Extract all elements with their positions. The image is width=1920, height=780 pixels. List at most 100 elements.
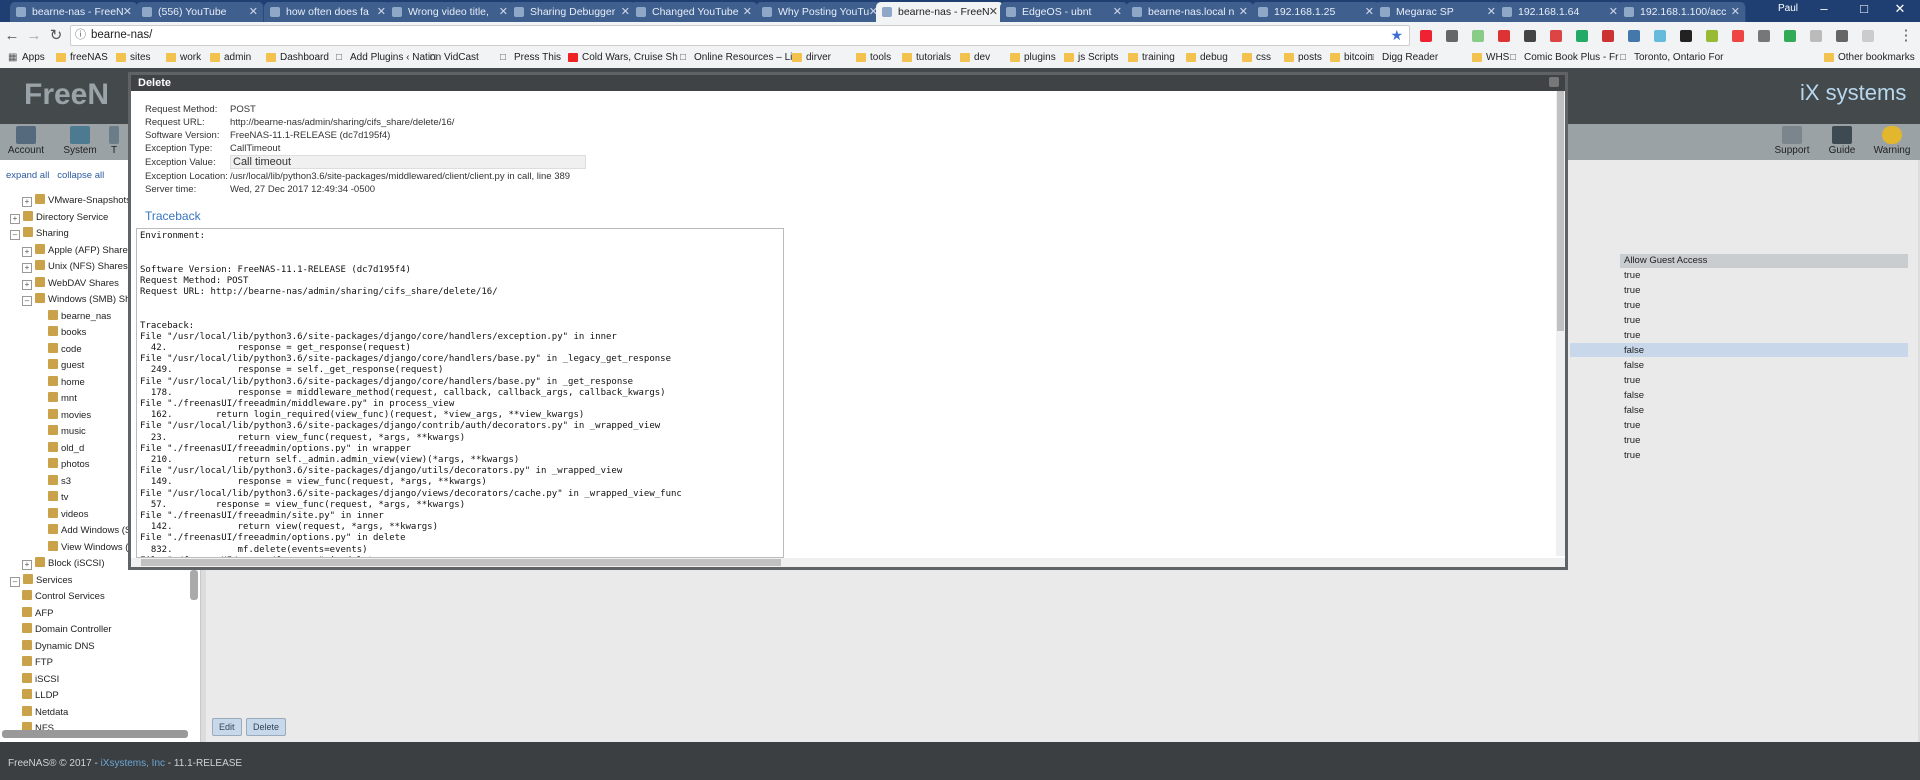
extension-icon[interactable] <box>1498 30 1510 42</box>
tree-item[interactable]: guest <box>48 359 84 371</box>
tree-item[interactable]: books <box>48 326 86 338</box>
toolbar-account-button[interactable]: Account <box>2 124 50 160</box>
traceback-textarea[interactable]: Environment: Software Version: FreeNAS-1… <box>136 228 784 558</box>
toolbar-guide-button[interactable]: Guide <box>1818 124 1866 160</box>
minimize-icon[interactable]: – <box>1804 1 1844 16</box>
grid-cell-guest-access[interactable]: false <box>1624 360 1644 371</box>
tree-item[interactable]: bearne_nas <box>48 309 111 322</box>
info-icon[interactable]: ⓘ <box>75 26 86 45</box>
tree-expander-icon[interactable]: + <box>10 213 20 224</box>
bookmark-item[interactable]: □ Digg Reader <box>1368 52 1438 63</box>
extension-icon[interactable] <box>1524 30 1536 42</box>
tab-close-icon[interactable]: ✕ <box>743 2 752 22</box>
tree-item[interactable]: Add Windows (S <box>48 524 131 536</box>
tree-item[interactable]: Control Services <box>22 590 105 602</box>
tree-item[interactable]: Dynamic DNS <box>22 639 95 652</box>
bookmark-item[interactable]: tutorials <box>902 52 951 63</box>
extension-icon[interactable] <box>1836 30 1848 42</box>
tree-item[interactable]: tv <box>48 491 68 503</box>
extension-icon[interactable] <box>1420 30 1432 42</box>
extension-icon[interactable] <box>1550 30 1562 42</box>
browser-tab[interactable]: bearne-nas - FreeN ✕ <box>10 2 138 22</box>
browser-tab[interactable]: EdgeOS - ubnt ✕ <box>1000 2 1128 22</box>
tree-item[interactable]: – Windows (SMB) Sh <box>22 293 130 306</box>
bookmark-item[interactable]: plugins <box>1010 52 1056 63</box>
bookmark-item[interactable]: □ Add Plugins ‹ Nation <box>336 52 441 63</box>
ixsystems-link[interactable]: iXsystems, Inc <box>101 758 165 769</box>
tree-expander-icon[interactable]: + <box>22 246 32 257</box>
grid-cell-guest-access[interactable]: true <box>1624 330 1640 341</box>
bookmark-item[interactable]: js Scripts <box>1064 52 1119 63</box>
bookmark-item[interactable]: admin <box>210 52 251 63</box>
grid-cell-guest-access[interactable]: true <box>1624 285 1640 296</box>
browser-tab[interactable]: Megarac SP ✕ <box>1374 2 1502 22</box>
edit-button[interactable]: Edit <box>212 718 242 736</box>
grid-cell-guest-access[interactable]: false <box>1624 390 1644 401</box>
grid-cell-guest-access[interactable]: false <box>1624 345 1644 356</box>
bookmark-item[interactable]: work <box>166 52 201 63</box>
extension-icon[interactable] <box>1732 30 1744 42</box>
tab-close-icon[interactable]: ✕ <box>1113 2 1122 22</box>
tab-close-icon[interactable]: ✕ <box>499 2 508 22</box>
tree-item[interactable]: FTP <box>22 656 53 668</box>
tree-item[interactable]: – Services <box>10 573 72 587</box>
bookmark-item[interactable]: ▦ Apps <box>8 52 45 63</box>
maximize-icon[interactable]: □ <box>1844 1 1884 16</box>
bookmark-item[interactable]: □ VidCast <box>430 52 479 63</box>
grid-cell-guest-access[interactable]: true <box>1624 300 1640 311</box>
dialog-horizontal-scrollbar[interactable] <box>131 558 1565 567</box>
tree-item[interactable]: music <box>48 425 86 437</box>
extension-icon[interactable] <box>1758 30 1770 42</box>
tree-item[interactable]: iSCSI <box>22 672 59 685</box>
bookmark-star-icon[interactable]: ★ <box>1390 26 1403 45</box>
tree-item[interactable]: – Sharing <box>10 227 69 240</box>
grid-cell-guest-access[interactable]: true <box>1624 420 1640 431</box>
tree-vertical-scrollbar[interactable] <box>190 570 198 600</box>
tab-close-icon[interactable]: ✕ <box>123 2 132 22</box>
tab-close-icon[interactable]: ✕ <box>1239 2 1248 22</box>
tab-close-icon[interactable]: ✕ <box>1731 2 1740 22</box>
traceback-heading[interactable]: Traceback <box>145 209 201 223</box>
browser-tab[interactable]: Sharing Debugger ✕ <box>508 2 636 22</box>
browser-tab[interactable]: Changed YouTube ✕ <box>630 2 758 22</box>
bookmark-item[interactable]: WHS <box>1472 52 1509 63</box>
browser-tab[interactable]: Why Posting YouTu ✕ <box>756 2 884 22</box>
extension-icon[interactable] <box>1784 30 1796 42</box>
bookmark-item[interactable]: sites <box>116 52 151 63</box>
bookmark-item[interactable]: debug <box>1186 52 1228 63</box>
grid-cell-guest-access[interactable]: true <box>1624 375 1640 386</box>
delete-button[interactable]: Delete <box>246 718 287 736</box>
tree-item[interactable]: videos <box>48 507 88 520</box>
browser-tab[interactable]: 192.168.1.25 ✕ <box>1252 2 1380 22</box>
browser-tab[interactable]: bearne-nas - FreeN ✕ <box>876 2 1004 22</box>
browser-tab[interactable]: bearne-nas.local n ✕ <box>1126 2 1254 22</box>
extension-icon[interactable] <box>1810 30 1822 42</box>
extension-icon[interactable] <box>1472 30 1484 42</box>
address-bar[interactable]: ⓘ bearne-nas/ ★ <box>70 25 1410 46</box>
bookmark-item[interactable]: □ Online Resources – Li <box>680 52 792 63</box>
tree-expander-icon[interactable]: – <box>22 296 32 306</box>
tree-item[interactable]: + Directory Service <box>10 210 108 224</box>
tab-close-icon[interactable]: ✕ <box>377 2 386 22</box>
grid-cell-guest-access[interactable]: false <box>1624 405 1644 416</box>
extension-icon[interactable] <box>1602 30 1614 42</box>
tree-item[interactable]: movies <box>48 408 91 421</box>
tab-close-icon[interactable]: ✕ <box>1365 2 1374 22</box>
tree-item[interactable]: + Unix (NFS) Shares <box>22 260 128 273</box>
dialog-close-icon[interactable] <box>1549 77 1559 87</box>
reload-icon[interactable]: ↻ <box>46 26 66 46</box>
toolbar-system-button[interactable]: System <box>56 124 104 160</box>
grid-cell-guest-access[interactable]: true <box>1624 435 1640 446</box>
chrome-menu-icon[interactable]: ⋮ <box>1896 26 1916 46</box>
bookmark-item[interactable]: bitcoin <box>1330 52 1373 63</box>
tree-item[interactable]: Domain Controller <box>22 623 112 635</box>
tree-item[interactable]: old_d <box>48 441 84 454</box>
bookmark-item[interactable]: dirver <box>792 52 831 63</box>
bookmark-item[interactable]: freeNAS <box>56 52 108 63</box>
tree-expander-icon[interactable]: – <box>10 576 20 587</box>
extension-icon[interactable] <box>1680 30 1692 42</box>
bookmark-item[interactable]: training <box>1128 52 1175 63</box>
tree-item[interactable]: + WebDAV Shares <box>22 276 119 290</box>
browser-tab[interactable]: 192.168.1.64 ✕ <box>1496 2 1624 22</box>
bookmark-item[interactable]: □ Comic Book Plus - Fr <box>1510 52 1618 63</box>
